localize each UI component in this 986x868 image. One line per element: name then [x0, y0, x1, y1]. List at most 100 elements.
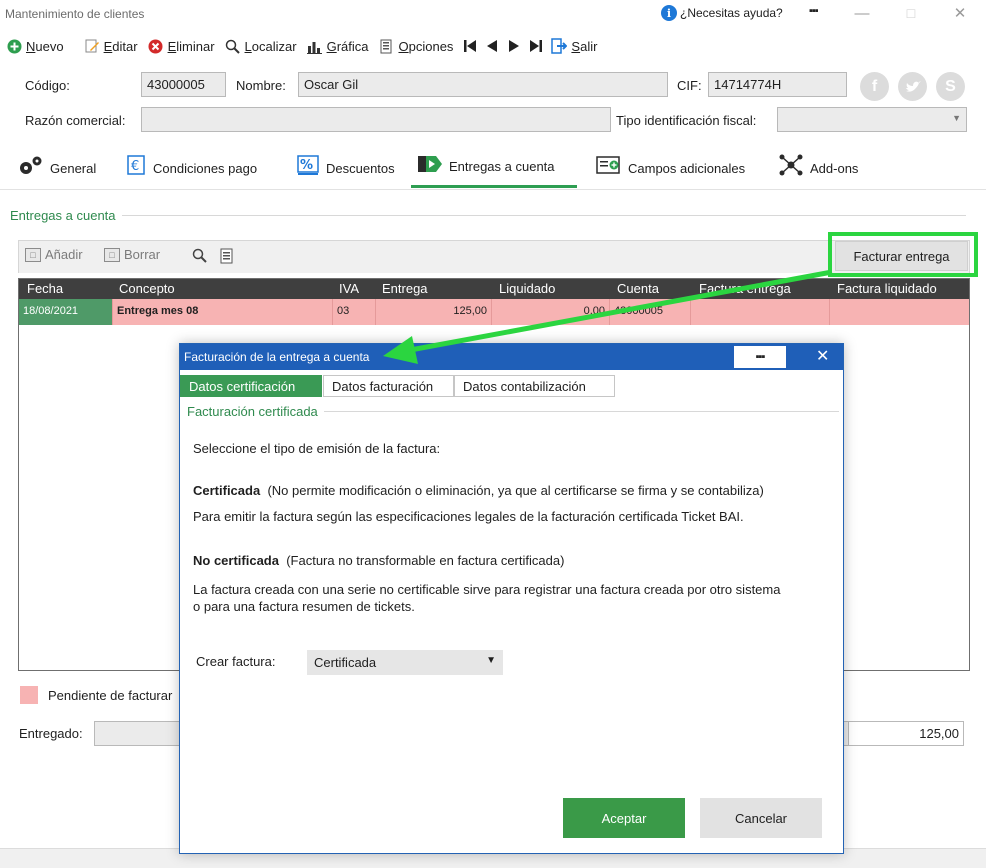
facebook-icon[interactable]: f — [860, 72, 889, 101]
tab-add-ons-label: Add-ons — [810, 160, 859, 176]
no-certificada-detail-1: La factura creada con una serie no certi… — [193, 582, 781, 597]
search-icon — [192, 248, 207, 263]
tab-general[interactable]: General — [12, 148, 102, 188]
next-record-button[interactable] — [507, 39, 521, 53]
callout-highlight-box — [828, 232, 978, 277]
localizar-button[interactable]: Localizar — [225, 38, 297, 54]
table-row[interactable]: 18/08/2021 Entrega mes 08 03 125,00 0,00… — [19, 299, 969, 325]
first-record-button[interactable] — [463, 39, 477, 53]
col-concepto[interactable]: Concepto — [119, 281, 175, 296]
maximize-button[interactable]: ☐ — [896, 3, 926, 25]
editar-button[interactable]: Editar — [84, 38, 138, 54]
aceptar-button[interactable]: Aceptar — [563, 798, 685, 838]
tab-entregas-a-cuenta[interactable]: Entregas a cuenta — [411, 148, 577, 188]
close-button[interactable]: ✕ — [945, 3, 975, 25]
borrar-button[interactable]: □ Borrar — [104, 247, 160, 262]
pending-swatch — [20, 686, 38, 704]
last-record-button[interactable] — [529, 39, 543, 53]
more-options-icon[interactable]: ▪▪▪ — [809, 5, 819, 17]
minimize-button[interactable]: — — [847, 3, 877, 25]
tab-campos-adicionales-label: Campos adicionales — [628, 160, 746, 176]
razon-comercial-field[interactable] — [141, 107, 611, 132]
percent-icon: % — [296, 154, 320, 182]
delete-icon — [148, 38, 164, 54]
dialog-section-title: Facturación certificada — [187, 404, 318, 419]
main-tabs: General € Condiciones pago % Descuentos … — [0, 144, 986, 190]
cancelar-button[interactable]: Cancelar — [700, 798, 822, 838]
anadir-button[interactable]: □ Añadir — [25, 247, 83, 262]
tab-add-ons[interactable]: Add-ons — [772, 148, 864, 188]
tab-datos-facturacion[interactable]: Datos facturación — [323, 375, 454, 397]
dialog-more-icon[interactable]: ▪▪▪ — [734, 346, 786, 368]
svg-text:€: € — [131, 159, 139, 174]
dialog-close-icon[interactable]: ✕ — [816, 346, 829, 366]
cell-concepto[interactable]: Entrega mes 08 — [113, 299, 333, 325]
help-label: ¿Necesitas ayuda? — [680, 6, 783, 20]
tipo-identificacion-label: Tipo identificación fiscal: — [616, 113, 757, 128]
tab-datos-contabilizacion[interactable]: Datos contabilización — [454, 375, 615, 397]
col-iva[interactable]: IVA — [339, 281, 359, 296]
cell-liquidado[interactable]: 0,00 — [492, 299, 610, 325]
options-icon — [378, 38, 394, 54]
no-certificada-detail-2: o para una factura resumen de tickets. — [193, 599, 415, 614]
col-factura-liquidado[interactable]: Factura liquidado — [837, 281, 937, 296]
nuevo-label: uevo — [35, 38, 64, 54]
search-icon — [225, 38, 241, 54]
help-link[interactable]: i ¿Necesitas ayuda? — [661, 5, 783, 21]
tab-campos-adicionales[interactable]: Campos adicionales — [590, 148, 751, 188]
localizar-label: ocalizar — [251, 38, 297, 54]
certificada-title: Certificada — [193, 483, 261, 498]
cell-iva[interactable]: 03 — [333, 299, 376, 325]
chart-icon — [307, 38, 323, 54]
previous-record-button[interactable] — [485, 39, 499, 53]
cell-entrega[interactable]: 125,00 — [376, 299, 492, 325]
cif-label: CIF: — [677, 78, 702, 93]
grafica-label: ráfica — [336, 38, 369, 54]
opciones-button[interactable]: Opciones — [378, 38, 453, 54]
tab-entregas-label: Entregas a cuenta — [449, 159, 555, 174]
salir-button[interactable]: Salir — [551, 38, 597, 54]
col-factura-entrega[interactable]: Factura entrega — [699, 281, 791, 296]
col-entrega[interactable]: Entrega — [382, 281, 428, 296]
crear-factura-select[interactable]: Certificada ▼ — [307, 650, 503, 675]
borrar-label: Borrar — [124, 247, 161, 262]
euro-document-icon: € — [125, 154, 147, 182]
nuevo-button[interactable]: Nuevo — [6, 38, 64, 54]
gears-icon — [18, 154, 44, 182]
section-divider — [121, 215, 966, 216]
cell-fecha[interactable]: 18/08/2021 — [19, 299, 113, 325]
col-liquidado[interactable]: Liquidado — [499, 281, 555, 296]
col-cuenta[interactable]: Cuenta — [617, 281, 659, 296]
eliminar-mnemonic: E — [167, 38, 177, 54]
delivery-arrow-icon — [417, 153, 443, 181]
cif-field[interactable]: 14714774H — [708, 72, 847, 97]
codigo-field[interactable]: 43000005 — [141, 72, 226, 97]
col-fecha[interactable]: Fecha — [27, 281, 63, 296]
skype-icon[interactable]: S — [936, 72, 965, 101]
grid-search-button[interactable] — [192, 248, 207, 263]
grafica-button[interactable]: Gráfica — [307, 38, 369, 54]
previous-icon — [487, 40, 498, 52]
twitter-icon[interactable] — [898, 72, 927, 101]
salir-mnemonic: S — [571, 38, 581, 54]
dialog-intro: Seleccione el tipo de emisión de la fact… — [193, 441, 441, 456]
eliminar-button[interactable]: Eliminar — [148, 38, 215, 54]
cell-cuenta[interactable]: 43000005 — [610, 299, 691, 325]
nombre-field[interactable]: Oscar Gil — [298, 72, 668, 97]
tab-condiciones-pago-label: Condiciones pago — [153, 160, 258, 176]
editar-label: ditar — [112, 38, 138, 54]
tab-descuentos[interactable]: % Descuentos — [290, 148, 401, 188]
cell-factura-entrega[interactable] — [691, 299, 830, 325]
entregado-label: Entregado: — [19, 726, 83, 741]
opciones-mnemonic: O — [398, 38, 409, 54]
eliminar-label: liminar — [176, 38, 215, 54]
tipo-identificacion-select[interactable]: ▼ — [777, 107, 967, 132]
section-header: Entregas a cuenta — [10, 208, 966, 223]
dialog-section-header: Facturación certificada — [187, 404, 839, 419]
dialog-title-bar: Facturación de la entrega a cuenta ▪▪▪ ✕ — [180, 344, 843, 370]
cell-factura-liquidado[interactable] — [830, 299, 969, 325]
grid-document-button[interactable] — [220, 248, 233, 264]
tab-datos-certificacion[interactable]: Datos certificación — [180, 375, 322, 397]
tab-condiciones-pago[interactable]: € Condiciones pago — [119, 148, 263, 188]
window-title: Mantenimiento de clientes — [5, 7, 145, 21]
